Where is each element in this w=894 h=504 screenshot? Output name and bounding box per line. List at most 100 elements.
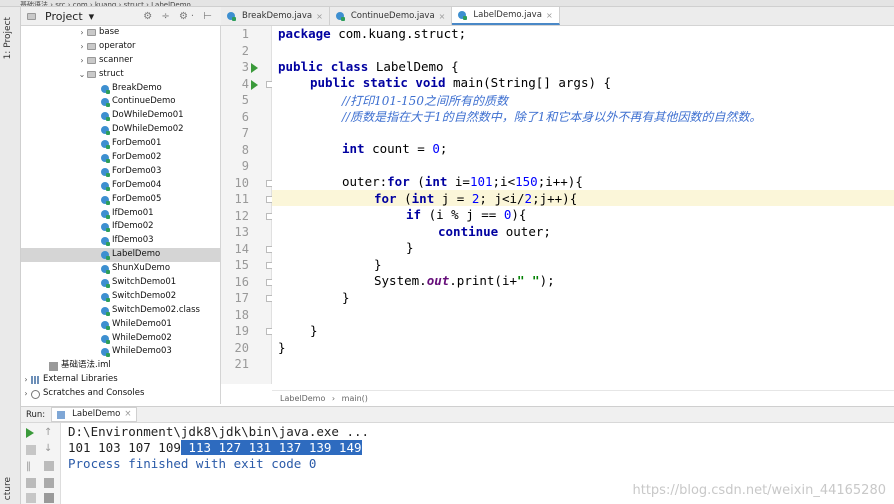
print-icon[interactable] <box>44 478 54 488</box>
java-class-icon <box>101 320 110 330</box>
project-panel-tools[interactable]: ⚙ ÷ ⚙· ⊢ <box>143 11 215 22</box>
editor-tab[interactable]: LabelDemo.java × <box>452 7 560 25</box>
breadcrumb-class[interactable]: LabelDemo <box>280 394 325 403</box>
stop-icon[interactable] <box>26 445 36 455</box>
line-number: 21 <box>234 357 249 371</box>
tree-item[interactable]: SwitchDemo02.class <box>21 304 220 318</box>
tree-item-label: ForDemo02 <box>112 152 162 163</box>
project-title[interactable]: Project <box>45 10 83 23</box>
tree-item[interactable]: ContinueDemo <box>21 95 220 109</box>
tree-item[interactable]: ForDemo01 <box>21 137 220 151</box>
java-class-icon <box>101 140 110 150</box>
java-class-icon <box>101 265 110 275</box>
dropdown-icon[interactable]: ▾ <box>89 10 95 23</box>
java-class-icon <box>335 12 345 21</box>
tree-item[interactable]: › base <box>21 26 220 40</box>
editor-tab-label: BreakDemo.java <box>242 10 313 21</box>
java-class-icon <box>101 223 110 233</box>
tree-item-label: Scratches and Consoles <box>43 388 145 399</box>
editor-tabs: BreakDemo.java × ContinueDemo.java × LabelDe… <box>221 7 894 26</box>
tree-item[interactable]: SwitchDemo01 <box>21 276 220 290</box>
tree-item[interactable]: IfDemo03 <box>21 234 220 248</box>
tree-item-label: operator <box>99 40 136 51</box>
tree-item[interactable]: ⌄ struct <box>21 68 220 82</box>
java-class-icon <box>101 334 110 344</box>
java-class-icon <box>101 306 110 316</box>
tree-item[interactable]: IfDemo01 <box>21 207 220 221</box>
tree-item[interactable]: › Scratches and Consoles <box>21 387 220 401</box>
selected-text: 113 127 131 137 139 149 <box>180 440 362 455</box>
structure-tool-tab[interactable]: cture <box>3 477 13 500</box>
tree-item[interactable]: ForDemo03 <box>21 165 220 179</box>
tree-item-label: base <box>99 27 120 37</box>
line-number: 2 <box>241 43 249 58</box>
java-class-icon <box>101 251 110 261</box>
tree-item[interactable]: 基础语法.iml <box>21 359 220 373</box>
run-tab[interactable]: LabelDemo × <box>51 407 138 422</box>
run-gutter-icon[interactable] <box>251 79 258 90</box>
breadcrumb-method[interactable]: main() <box>342 394 368 403</box>
chevron-down-icon[interactable]: ⌄ <box>77 68 87 82</box>
tree-item[interactable]: ForDemo05 <box>21 193 220 207</box>
line-number: 16 <box>234 274 249 289</box>
tree-item[interactable]: IfDemo02 <box>21 220 220 234</box>
code-line-10: outer:for (int i=101;i<150;i++){ <box>342 174 583 189</box>
editor-tab[interactable]: ContinueDemo.java × <box>330 7 453 25</box>
tree-item[interactable]: › scanner <box>21 54 220 68</box>
tree-item-label: ShunXuDemo <box>112 263 171 274</box>
line-number: 4 <box>241 76 249 91</box>
tree-item-label: SwitchDemo01 <box>112 277 177 288</box>
tree-item-label: SwitchDemo02 <box>112 290 177 301</box>
pause-icon[interactable]: ‖ <box>26 461 36 472</box>
close-icon[interactable]: × <box>546 7 553 24</box>
tree-item-label: IfDemo02 <box>112 221 154 232</box>
chevron-right-icon[interactable]: › <box>21 387 31 401</box>
tree-item[interactable]: LabelDemo <box>21 248 220 263</box>
tree-item-label: ForDemo05 <box>112 193 162 204</box>
code-line-13: continue outer; <box>438 224 551 239</box>
java-class-icon <box>101 153 110 163</box>
tree-item[interactable]: DoWhileDemo02 <box>21 123 220 137</box>
restore-layout-icon[interactable] <box>26 478 36 488</box>
down-arrow-icon[interactable]: ↓ <box>44 443 54 454</box>
up-arrow-icon[interactable]: ↑ <box>44 427 54 438</box>
project-tool-tab[interactable]: 1: Project <box>3 17 13 59</box>
code-line-4: public static void main(String[] args) { <box>310 75 612 90</box>
wrap-icon[interactable] <box>44 461 54 471</box>
chevron-right-icon[interactable]: › <box>77 26 87 40</box>
code-line-3: public class LabelDemo { <box>278 59 459 74</box>
settings-icon[interactable] <box>26 493 36 503</box>
editor-tab[interactable]: BreakDemo.java × <box>221 7 330 25</box>
rerun-icon[interactable] <box>26 428 34 438</box>
close-icon[interactable]: × <box>439 8 446 25</box>
java-class-icon <box>101 209 110 219</box>
tree-item[interactable]: WhileDemo01 <box>21 318 220 332</box>
trash-icon[interactable] <box>44 493 54 503</box>
tree-item[interactable]: DoWhileDemo01 <box>21 109 220 123</box>
chevron-right-icon[interactable]: › <box>77 54 87 68</box>
line-number: 10 <box>234 175 249 190</box>
tree-item[interactable]: › External Libraries <box>21 373 220 387</box>
tree-item[interactable]: WhileDemo02 <box>21 332 220 346</box>
line-number: 12 <box>234 208 249 223</box>
tree-item[interactable]: ForDemo02 <box>21 151 220 165</box>
close-icon[interactable]: × <box>124 407 131 422</box>
chevron-right-icon[interactable]: › <box>77 40 87 54</box>
console-line-exit: Process finished with exit code 0 <box>68 456 317 471</box>
tree-item[interactable]: WhileDemo03 <box>21 345 220 359</box>
tree-item[interactable]: ForDemo04 <box>21 179 220 193</box>
tree-item[interactable]: ShunXuDemo <box>21 262 220 276</box>
line-number: 9 <box>241 159 249 173</box>
tree-item[interactable]: › operator <box>21 40 220 54</box>
tree-item[interactable]: BreakDemo <box>21 82 220 96</box>
line-number: 6 <box>241 109 249 124</box>
line-number: 15 <box>234 258 249 272</box>
close-icon[interactable]: × <box>316 8 323 25</box>
library-icon <box>31 376 40 385</box>
run-gutter-icon[interactable] <box>251 63 258 73</box>
tree-item[interactable]: SwitchDemo02 <box>21 290 220 304</box>
tree-item-label: struct <box>99 68 124 79</box>
chevron-right-icon[interactable]: › <box>21 373 31 387</box>
java-class-icon <box>101 126 110 136</box>
module-file-icon <box>49 361 58 371</box>
